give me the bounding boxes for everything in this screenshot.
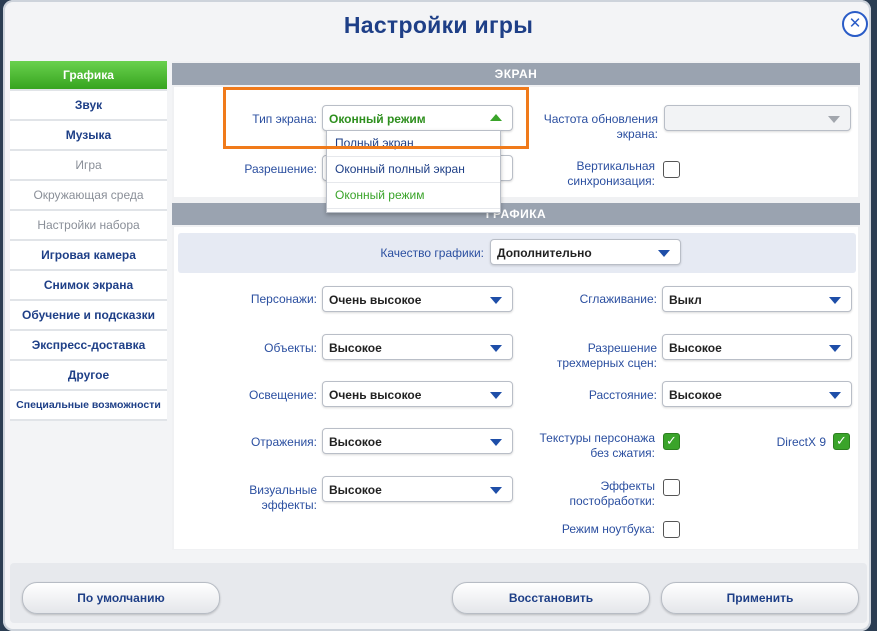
option-windowed-fullscreen[interactable]: Оконный полный экран [327,157,500,183]
distance-label: Расстояние: [588,388,657,402]
chevron-down-icon [829,297,841,304]
settings-dialog: Настройки игры ✕ Графика Звук Музыка Игр… [0,0,877,631]
quality-dropdown[interactable]: Дополнительно [490,239,681,265]
post-processing-checkbox[interactable] [663,479,680,496]
option-windowed[interactable]: Оконный режим [327,183,500,209]
sidebar-item-tutorial[interactable]: Обучение и подсказки [10,301,167,331]
scene-resolution-dropdown[interactable]: Высокое [662,334,852,360]
sidebar-item-express-delivery[interactable]: Экспресс-доставка [10,331,167,361]
chevron-down-icon [828,116,840,123]
sidebar-item-accessibility[interactable]: Специальные возможности [10,391,167,421]
quality-label: Качество графики: [380,246,484,260]
objects-label: Объекты: [264,341,317,355]
quality-value: Дополнительно [497,246,592,260]
chevron-down-icon [490,297,502,304]
lighting-dropdown[interactable]: Очень высокое [322,381,513,407]
chevron-down-icon [829,345,841,352]
sidebar-item-screenshot[interactable]: Снимок экрана [10,271,167,301]
graphics-section-header: ГРАФИКА [172,203,860,225]
screen-section-header: ЭКРАН [172,63,860,85]
chevron-down-icon [490,439,502,446]
sims-dropdown[interactable]: Очень высокое [322,286,513,312]
chevron-down-icon [490,392,502,399]
scene-resolution-label: Разрешение трехмерных сцен: [556,341,657,370]
antialiasing-dropdown[interactable]: Выкл [662,286,852,312]
visual-effects-label: Визуальные эффекты: [249,483,317,512]
visual-effects-dropdown[interactable]: Высокое [322,476,513,502]
sims-label: Персонажи: [250,292,317,306]
sidebar-item-environment[interactable]: Окружающая среда [10,181,167,211]
vsync-label: Вертикальная синхронизация: [567,159,655,188]
dialog-title: Настройки игры [343,12,534,38]
close-icon[interactable]: ✕ [842,11,868,37]
sidebar-item-music[interactable]: Музыка [10,121,167,151]
reflections-label: Отражения: [250,435,317,449]
laptop-mode-label: Режим ноутбука: [561,522,655,536]
antialiasing-label: Сглаживание: [579,292,657,306]
restore-button[interactable]: Восстановить [452,582,650,614]
defaults-button[interactable]: По умолчанию [22,582,220,614]
apply-button[interactable]: Применить [661,582,859,614]
sidebar-item-graphics[interactable]: Графика [10,61,167,91]
laptop-mode-checkbox[interactable] [663,521,680,538]
sidebar-item-sound[interactable]: Звук [10,91,167,121]
sidebar-item-game[interactable]: Игра [10,151,167,181]
uncompressed-textures-label: Текстуры персонажа без сжатия: [539,431,656,460]
resolution-label: Разрешение: [244,162,317,176]
vsync-checkbox[interactable] [663,161,680,178]
chevron-down-icon [658,250,670,257]
directx9-label: DirectX 9 [776,435,826,449]
directx9-checkbox[interactable]: ✓ [833,433,850,450]
lighting-label: Освещение: [249,388,317,402]
refresh-rate-dropdown[interactable] [664,105,851,131]
refresh-rate-label: Частота обновления экрана: [543,112,658,141]
sidebar-item-other[interactable]: Другое [10,361,167,391]
chevron-down-icon [490,345,502,352]
chevron-down-icon [490,487,502,494]
chevron-down-icon [829,392,841,399]
sidebar: Графика Звук Музыка Игра Окружающая сред… [10,61,167,421]
reflections-dropdown[interactable]: Высокое [322,428,513,454]
objects-dropdown[interactable]: Высокое [322,334,513,360]
post-processing-label: Эффекты постобработки: [569,479,656,508]
sidebar-item-kit-settings[interactable]: Настройки набора [10,211,167,241]
uncompressed-textures-checkbox[interactable]: ✓ [663,433,680,450]
highlight-box [223,87,529,149]
sidebar-item-camera[interactable]: Игровая камера [10,241,167,271]
distance-dropdown[interactable]: Высокое [662,381,852,407]
